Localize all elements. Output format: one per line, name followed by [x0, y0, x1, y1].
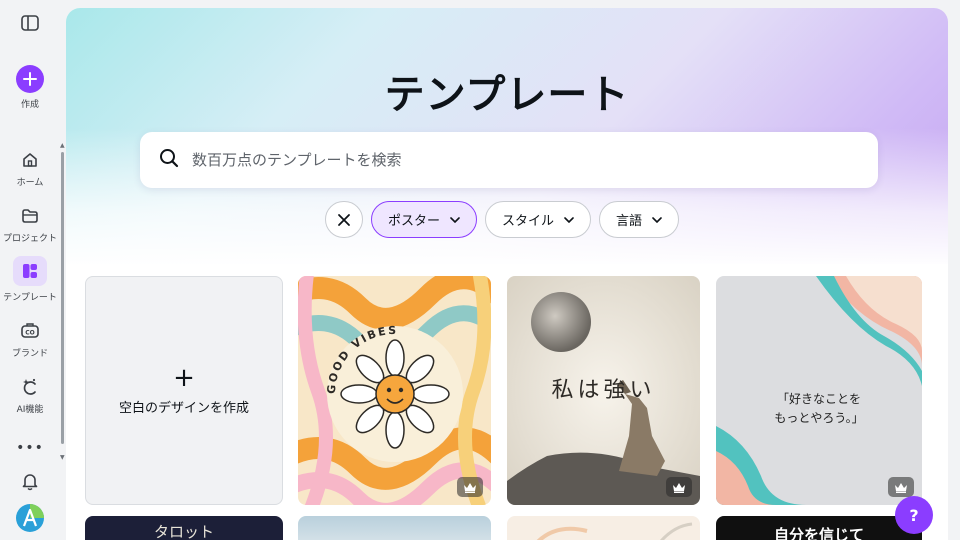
- help-icon: ?: [909, 505, 919, 525]
- sidebar-item-label: 作成: [20, 100, 39, 110]
- svg-text:CO: CO: [25, 330, 35, 337]
- sidebar-item-home[interactable]: ホーム: [0, 149, 60, 188]
- plus-icon: [16, 65, 44, 93]
- folder-icon: [19, 205, 41, 227]
- sidebar-toggle-button[interactable]: [0, 12, 60, 34]
- good-vibes-artwork: GOOD VIBES: [298, 276, 491, 505]
- sidebar-item-label: テンプレート: [3, 293, 57, 303]
- home-icon: [19, 149, 41, 171]
- scroll-up-icon[interactable]: ▲: [60, 142, 65, 149]
- template-card[interactable]: 「好きなことを もっとやろう。」: [716, 276, 922, 505]
- bell-icon: [19, 470, 41, 492]
- template-card[interactable]: 私は強い: [507, 276, 700, 505]
- account-avatar[interactable]: [0, 503, 60, 533]
- sidebar-item-projects[interactable]: プロジェクト: [0, 205, 60, 244]
- premium-crown-icon: [457, 477, 483, 497]
- search-input[interactable]: [192, 151, 832, 169]
- filter-chip-language[interactable]: 言語: [599, 201, 680, 238]
- notifications-button[interactable]: [0, 470, 60, 492]
- close-icon: [338, 213, 350, 226]
- sidebar-item-label: プロジェクト: [2, 234, 57, 244]
- brand-icon: CO: [19, 320, 41, 342]
- page-title: テンプレート: [384, 72, 630, 118]
- template-icon: [13, 256, 47, 286]
- template-title: 自分を信じて: [773, 526, 864, 540]
- sidebar-item-label: ホーム: [16, 178, 44, 188]
- premium-crown-icon: [888, 477, 914, 497]
- more-button[interactable]: •••: [0, 436, 60, 456]
- clear-filters-button[interactable]: [325, 201, 363, 238]
- premium-crown-icon: [666, 477, 692, 497]
- sidebar: 作成 ホーム プロジェクト テンプレート CO ブランド AI機能 •••: [0, 0, 60, 540]
- search-icon: [158, 147, 180, 173]
- chevron-down-icon: [450, 216, 460, 223]
- scroll-down-icon[interactable]: ▼: [60, 454, 65, 461]
- avatar: [16, 504, 44, 532]
- filter-bar: ポスター スタイル 言語: [325, 201, 680, 239]
- sidebar-item-create[interactable]: 作成: [0, 65, 60, 110]
- main-panel: テンプレート ポスター スタイル 言語 + 空白のデザインを作成: [66, 8, 948, 540]
- chevron-down-icon: [652, 216, 662, 223]
- template-card[interactable]: [507, 516, 700, 540]
- more-icon: •••: [16, 440, 44, 456]
- template-title: 「好きなことを もっとやろう。」: [774, 392, 864, 425]
- template-card[interactable]: 自分を信じて: [716, 516, 922, 540]
- blank-card-label: 空白のデザインを作成: [118, 401, 249, 416]
- sidebar-item-templates[interactable]: テンプレート: [0, 256, 60, 303]
- filter-chip-poster[interactable]: ポスター: [371, 201, 478, 238]
- template-card[interactable]: [298, 516, 491, 540]
- search-bar[interactable]: [140, 132, 878, 188]
- scroll-thumb[interactable]: [61, 152, 64, 444]
- sidebar-scrollbar[interactable]: ▲ ▼: [60, 142, 65, 464]
- template-title: タロット: [153, 523, 214, 540]
- sidebar-item-label: AI機能: [16, 405, 44, 415]
- create-blank-design-card[interactable]: + 空白のデザインを作成: [85, 276, 283, 505]
- chevron-down-icon: [564, 216, 574, 223]
- plus-icon: +: [173, 363, 195, 393]
- sidebar-item-label: ブランド: [11, 349, 48, 359]
- help-button[interactable]: ?: [895, 496, 933, 534]
- template-card[interactable]: GOOD VIBES: [298, 276, 491, 505]
- filter-chip-label: ポスター: [388, 214, 441, 229]
- filter-chip-style[interactable]: スタイル: [485, 201, 592, 238]
- sidebar-item-ai[interactable]: AI機能: [0, 376, 60, 415]
- template-title: 私は強い: [551, 378, 656, 403]
- ai-sparkle-icon: [19, 376, 41, 398]
- sidebar-item-brand[interactable]: CO ブランド: [0, 320, 60, 359]
- filter-chip-label: 言語: [616, 214, 643, 229]
- template-card[interactable]: タロット: [85, 516, 283, 540]
- panel-toggle-icon: [19, 12, 41, 34]
- filter-chip-label: スタイル: [502, 214, 555, 229]
